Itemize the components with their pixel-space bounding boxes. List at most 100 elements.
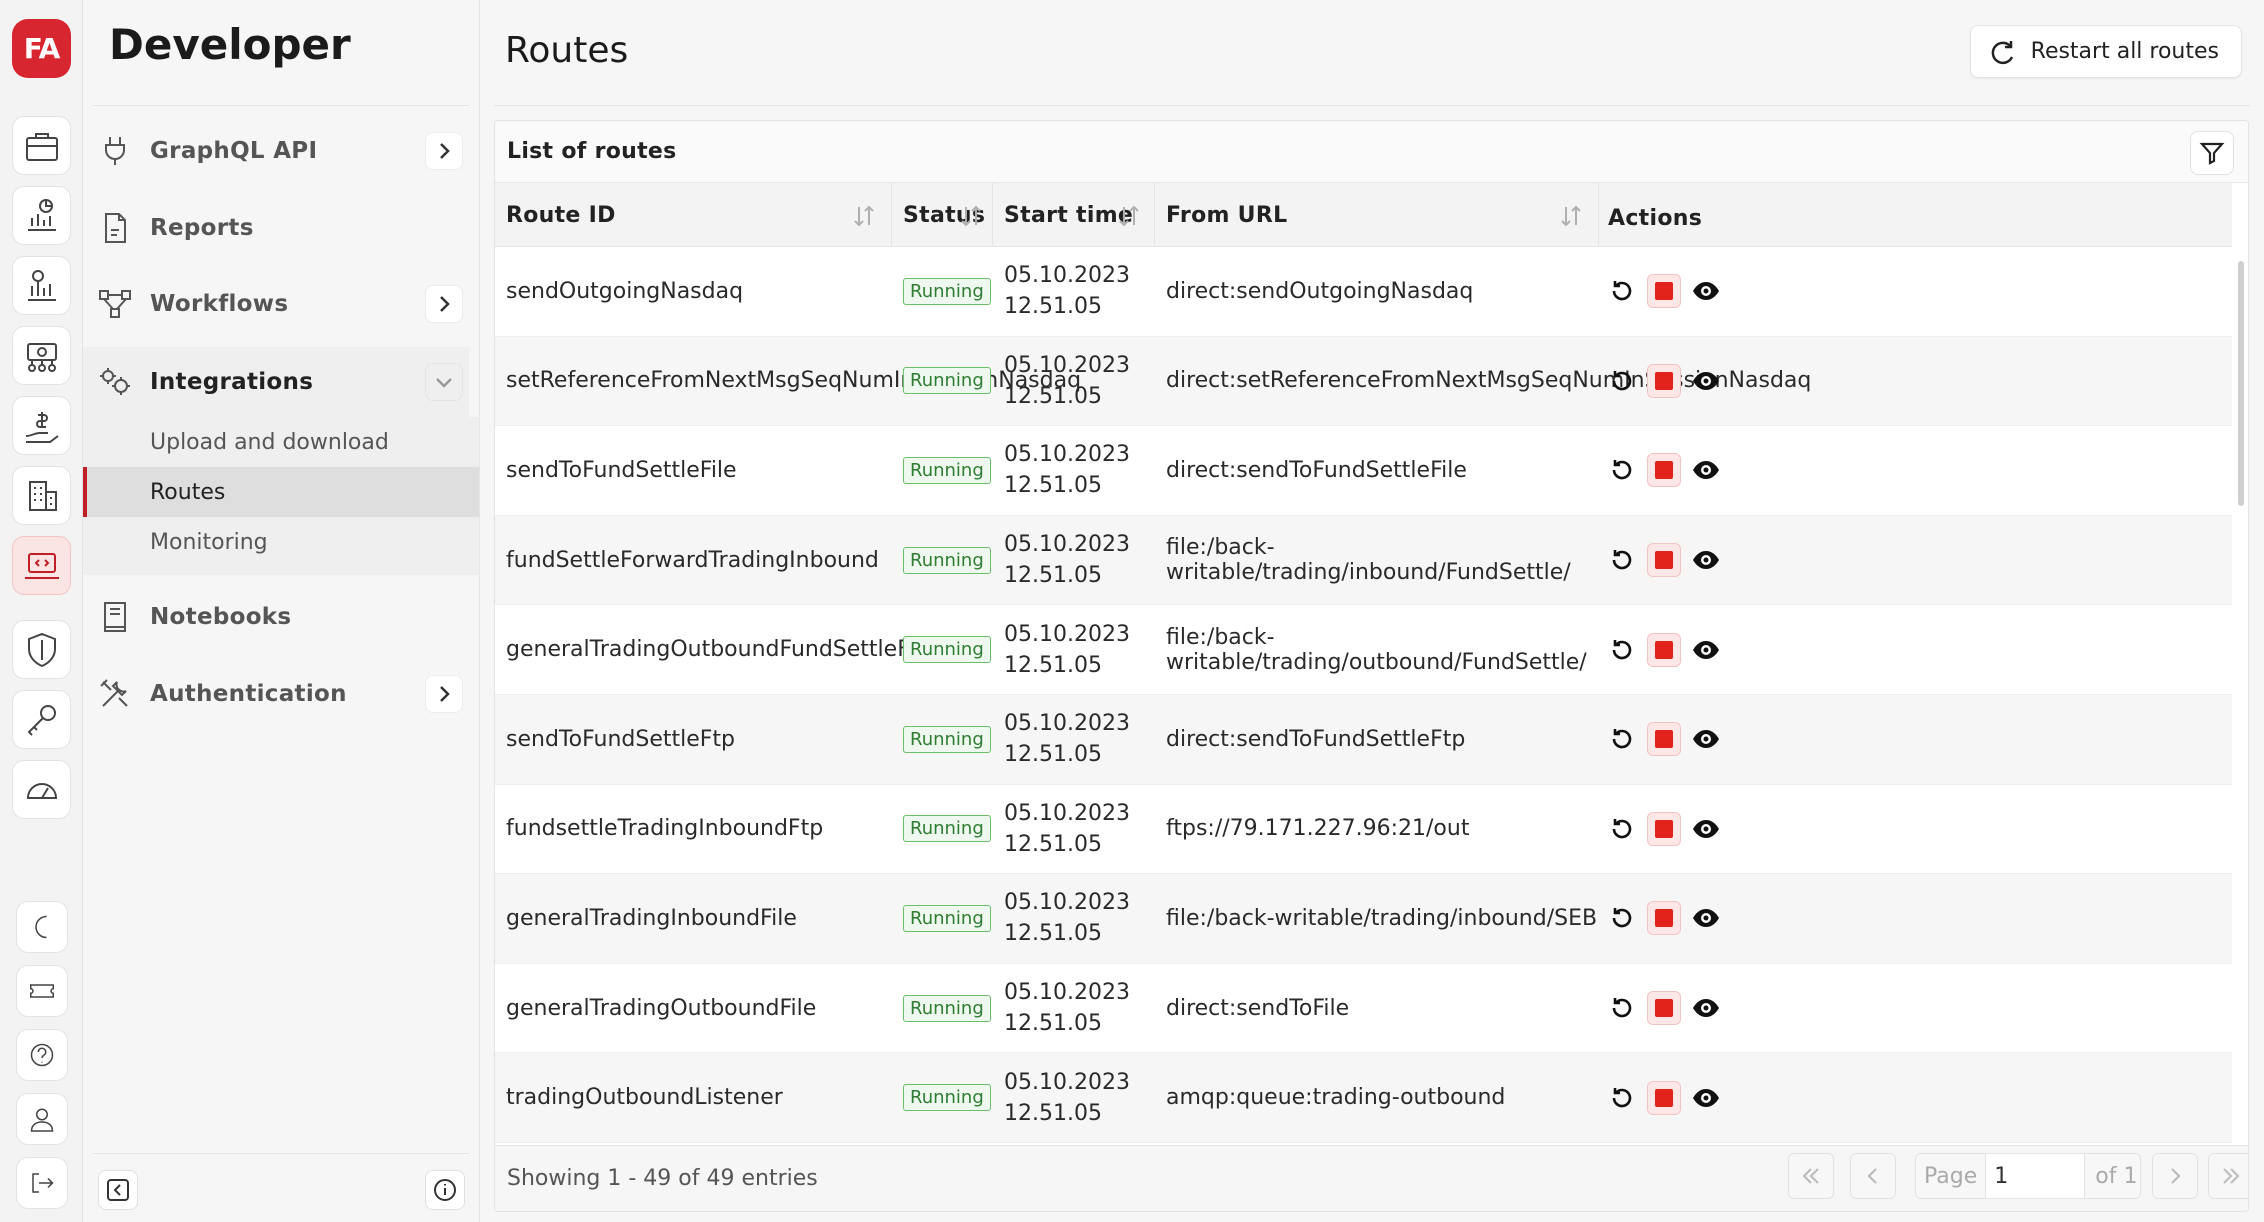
- portfolio-chart-icon[interactable]: [12, 186, 71, 245]
- stop-route-button[interactable]: [1647, 722, 1681, 757]
- chevron-right-icon[interactable]: [425, 675, 463, 713]
- chevron-right-icon[interactable]: [425, 285, 463, 323]
- shield-icon[interactable]: [12, 620, 71, 679]
- page-number-input[interactable]: 1: [1985, 1154, 2086, 1198]
- sort-icon[interactable]: [1116, 203, 1142, 229]
- last-page-button[interactable]: [2208, 1153, 2248, 1199]
- restart-icon: [1612, 281, 1632, 301]
- restart-route-button[interactable]: [1605, 812, 1639, 846]
- restart-all-label: Restart all routes: [2030, 39, 2219, 64]
- nav-item-reports[interactable]: Reports: [83, 193, 469, 263]
- filter-icon: [2199, 142, 2225, 165]
- report-chart-icon[interactable]: [12, 256, 71, 315]
- view-route-button[interactable]: [1689, 453, 1723, 487]
- stop-route-button[interactable]: [1647, 811, 1681, 846]
- column-header-from-url[interactable]: From URL: [1155, 183, 1599, 247]
- view-route-button[interactable]: [1689, 364, 1723, 398]
- restart-route-button[interactable]: [1605, 633, 1639, 667]
- sort-icon[interactable]: [851, 203, 877, 229]
- restart-route-button[interactable]: [1605, 1081, 1639, 1115]
- from-url-cell: direct:sendToFundSettleFtp: [1166, 726, 1466, 752]
- chevrons-left-icon: [1802, 1168, 1819, 1184]
- tools-icon: [97, 676, 133, 712]
- from-url-cell: direct:sendToFundSettleFile: [1166, 457, 1467, 483]
- stop-route-button[interactable]: [1647, 363, 1681, 398]
- payment-hand-icon[interactable]: [12, 396, 71, 455]
- nav-item-notebooks[interactable]: Notebooks: [83, 582, 469, 652]
- start-time-cell: 05.10.2023 12.51.05: [993, 695, 1155, 784]
- gears-icon: [97, 364, 133, 400]
- view-route-button[interactable]: [1689, 274, 1723, 308]
- view-route-button[interactable]: [1689, 722, 1723, 756]
- from-url-cell: file:/back-writable/trading/outbound/Fun…: [1166, 624, 1587, 675]
- moon-icon[interactable]: [16, 901, 68, 953]
- stop-route-button[interactable]: [1647, 453, 1681, 488]
- column-header-start-time[interactable]: Start time: [993, 183, 1155, 247]
- nav-item-label: Workflows: [150, 291, 289, 317]
- chevron-right-icon[interactable]: [425, 132, 463, 170]
- sub-item-routes[interactable]: Routes: [83, 467, 479, 517]
- restart-route-button[interactable]: [1605, 543, 1639, 577]
- stop-icon: [1655, 640, 1673, 659]
- start-time: 12.51.05: [1004, 742, 1102, 768]
- view-route-button[interactable]: [1689, 812, 1723, 846]
- table-row: generalTradingOutboundFundSettleFile Runn…: [495, 605, 2232, 695]
- view-route-button[interactable]: [1689, 633, 1723, 667]
- restart-all-routes-button[interactable]: Restart all routes: [1969, 25, 2242, 78]
- app-logo[interactable]: FA: [12, 19, 71, 78]
- info-icon[interactable]: [425, 1170, 465, 1210]
- key-icon[interactable]: [12, 690, 71, 749]
- start-time: 12.51.05: [1004, 294, 1102, 320]
- view-route-button[interactable]: [1689, 1081, 1723, 1115]
- column-header-route-id[interactable]: Route ID: [495, 183, 892, 247]
- table-scrollbar[interactable]: [2238, 261, 2244, 506]
- stop-route-button[interactable]: [1647, 901, 1681, 936]
- money-network-icon[interactable]: [12, 326, 71, 385]
- next-page-button[interactable]: [2152, 1153, 2198, 1199]
- restart-route-button[interactable]: [1605, 722, 1639, 756]
- help-icon[interactable]: [16, 1029, 68, 1081]
- status-cell: Running: [892, 785, 993, 874]
- from-url-cell: ftps://79.171.227.96:21/out: [1166, 816, 1470, 842]
- stop-route-button[interactable]: [1647, 543, 1681, 578]
- start-time-cell: 05.10.2023 12.51.05: [993, 964, 1155, 1053]
- restart-route-button[interactable]: [1605, 453, 1639, 487]
- stop-route-button[interactable]: [1647, 274, 1681, 309]
- restart-route-button[interactable]: [1605, 901, 1639, 935]
- nav-item-authentication[interactable]: Authentication: [83, 659, 469, 729]
- restart-route-button[interactable]: [1605, 274, 1639, 308]
- stop-route-button[interactable]: [1647, 632, 1681, 667]
- chevron-down-icon[interactable]: [425, 363, 463, 401]
- sort-icon[interactable]: [1558, 203, 1584, 229]
- view-route-button[interactable]: [1689, 543, 1723, 577]
- sub-item-monitoring[interactable]: Monitoring: [83, 517, 479, 567]
- view-route-button[interactable]: [1689, 901, 1723, 935]
- restart-route-button[interactable]: [1605, 364, 1639, 398]
- stop-route-button[interactable]: [1647, 1080, 1681, 1115]
- sort-icon[interactable]: [958, 203, 984, 229]
- start-time: 12.51.05: [1004, 652, 1102, 678]
- logout-icon[interactable]: [16, 1157, 68, 1209]
- restart-icon: [1612, 998, 1632, 1018]
- user-icon[interactable]: [16, 1093, 68, 1145]
- column-header-status[interactable]: Status: [892, 183, 993, 247]
- collapse-sidebar-icon[interactable]: [98, 1170, 138, 1210]
- dashboard-gauge-icon[interactable]: [12, 760, 71, 819]
- nav-item-workflows[interactable]: Workflows: [83, 269, 469, 339]
- nav-item-graphql-api[interactable]: GraphQL API: [83, 116, 469, 186]
- view-route-button[interactable]: [1689, 991, 1723, 1025]
- row-actions: [1605, 695, 1723, 784]
- notebook-icon: [97, 599, 133, 635]
- restart-route-button[interactable]: [1605, 991, 1639, 1025]
- previous-page-button[interactable]: [1850, 1153, 1896, 1199]
- sub-item-upload-and-download[interactable]: Upload and download: [83, 417, 479, 467]
- first-page-button[interactable]: [1788, 1153, 1834, 1199]
- building-icon[interactable]: [12, 466, 71, 525]
- stop-route-button[interactable]: [1647, 991, 1681, 1026]
- developer-laptop-icon[interactable]: [12, 536, 71, 595]
- ticket-icon[interactable]: [16, 965, 68, 1017]
- from-url-cell: direct:setReferenceFromNextMsgSeqNumInSe…: [1166, 368, 1812, 394]
- filter-button[interactable]: [2190, 131, 2234, 175]
- nav-item-integrations[interactable]: Integrations: [83, 347, 469, 417]
- briefcase-icon[interactable]: [12, 116, 71, 175]
